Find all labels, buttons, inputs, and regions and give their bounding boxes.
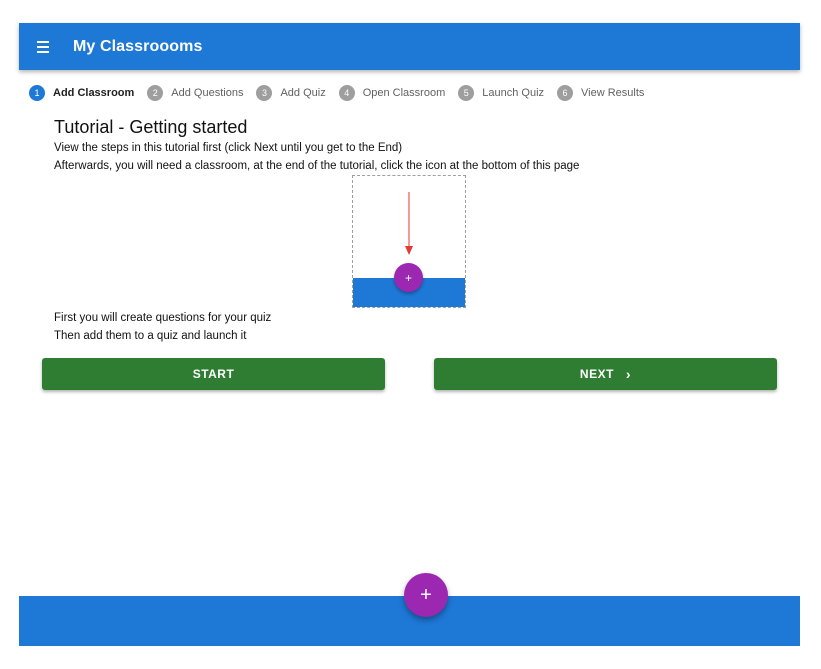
app: My Classroooms 1 Add Classroom 2 Add Que… <box>19 23 800 646</box>
step-add-classroom[interactable]: 1 Add Classroom <box>29 85 134 101</box>
illustration-add-icon: + <box>394 263 423 292</box>
add-classroom-button[interactable]: + <box>404 573 448 617</box>
tutorial-heading: Tutorial - Getting started <box>54 117 248 137</box>
step-open-classroom[interactable]: 4 Open Classroom <box>338 85 446 101</box>
step-label: Launch Quiz <box>482 87 545 99</box>
step-view-results[interactable]: 6 View Results <box>557 85 644 101</box>
step-add-questions[interactable]: 2 Add Questions <box>147 85 243 101</box>
step-add-quiz[interactable]: 3 Add Quiz <box>256 85 326 101</box>
step-number: 1 <box>29 85 45 101</box>
step-label: View Results <box>581 87 645 99</box>
step-launch-quiz[interactable]: 5 Launch Quiz <box>458 85 544 101</box>
next-button-label: NEXT <box>579 367 614 381</box>
tutorial-line-2: Afterwards, you will need a classroom, a… <box>54 160 580 172</box>
tutorial-line-1: View the steps in this tutorial first (c… <box>54 142 403 154</box>
step-number: 3 <box>256 85 273 101</box>
start-button[interactable]: START <box>42 358 385 390</box>
app-toolbar: My Classroooms <box>19 23 800 70</box>
step-number: 4 <box>338 85 355 101</box>
tutorial-line-4: Then add them to a quiz and launch it <box>54 330 247 342</box>
next-button[interactable]: NEXT › <box>434 358 777 390</box>
menu-icon[interactable] <box>35 36 57 58</box>
tutorial-illustration: + <box>352 175 466 308</box>
tutorial-line-3: First you will create questions for your… <box>54 312 272 324</box>
stepper: 1 Add Classroom 2 Add Questions 3 Add Qu… <box>29 82 657 104</box>
step-number: 2 <box>147 85 164 101</box>
step-label: Add Classroom <box>53 87 135 99</box>
step-number: 5 <box>458 85 475 101</box>
toolbar-title: My Classroooms <box>73 37 203 55</box>
step-number: 6 <box>557 85 574 101</box>
plus-icon: + <box>420 583 432 606</box>
step-label: Add Questions <box>171 87 244 99</box>
start-button-label: START <box>192 367 235 381</box>
step-label: Open Classroom <box>362 87 446 99</box>
step-label: Add Quiz <box>280 87 326 99</box>
chevron-right-icon: › <box>625 366 632 382</box>
